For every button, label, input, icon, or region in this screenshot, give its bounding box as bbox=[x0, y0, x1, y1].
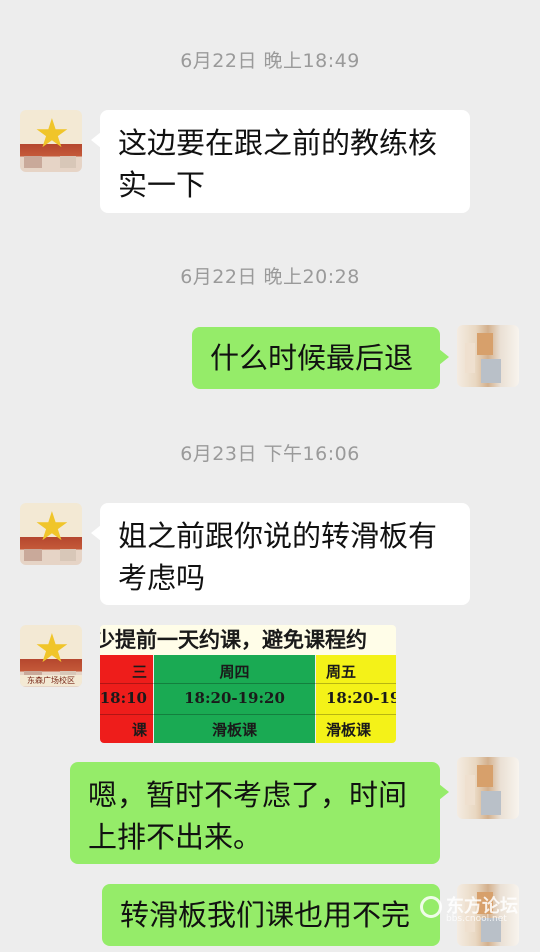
schedule-column: 周四 18:20-19:20 滑板课 bbox=[154, 655, 315, 743]
contact-avatar[interactable]: ★ 东森广场校区 bbox=[20, 625, 82, 687]
avatar-blur bbox=[24, 156, 42, 168]
schedule-type: 课 bbox=[131, 721, 147, 739]
avatar-caption: 东森广场校区 bbox=[20, 675, 82, 686]
avatar-blur bbox=[477, 333, 493, 355]
schedule-type: 滑板课 bbox=[211, 721, 257, 739]
avatar-blur bbox=[477, 765, 493, 787]
schedule-day: 周四 bbox=[219, 663, 250, 681]
schedule-time: 18:20-19 bbox=[326, 689, 396, 707]
message-text: 姐之前跟你说的转滑板有考虑吗 bbox=[118, 519, 438, 595]
message-text: 转滑板我们课也用不完 bbox=[120, 898, 411, 932]
avatar-blur bbox=[481, 791, 501, 815]
avatar-blur bbox=[60, 156, 76, 168]
message-bubble-sent[interactable]: 转滑板我们课也用不完 bbox=[102, 884, 440, 946]
schedule-column: 三 18:10 课 bbox=[100, 655, 153, 743]
forum-logo-icon bbox=[420, 896, 442, 918]
star-icon: ★ bbox=[34, 626, 70, 672]
my-avatar[interactable] bbox=[457, 325, 519, 387]
message-text: 这边要在跟之前的教练核实一下 bbox=[118, 126, 438, 202]
avatar-blur bbox=[24, 549, 42, 561]
table-gridline bbox=[100, 714, 396, 715]
timestamp: 6月23日 下午16:06 bbox=[180, 443, 360, 465]
avatar-blur bbox=[465, 343, 475, 373]
message-text: 嗯，暂时不考虑了，时间上排不出来。 bbox=[88, 778, 408, 854]
avatar-blur bbox=[481, 359, 501, 383]
table-gridline bbox=[100, 683, 396, 684]
image-header-text: 少提前一天约课，避免课程约 bbox=[100, 627, 367, 652]
message-bubble-sent[interactable]: 什么时候最后退 bbox=[192, 327, 449, 389]
schedule-type: 滑板课 bbox=[326, 721, 372, 739]
schedule-column: 周五 18:20-19 滑板课 bbox=[316, 655, 396, 743]
image-header: 少提前一天约课，避免课程约 bbox=[100, 625, 396, 655]
timestamp: 6月22日 晚上18:49 bbox=[180, 50, 360, 72]
schedule-time: 18:10 bbox=[100, 689, 147, 707]
image-message[interactable]: 少提前一天约课，避免课程约 三 18:10 课 周四 18:20-19:20 滑… bbox=[100, 625, 396, 743]
schedule-day: 三 bbox=[131, 663, 147, 681]
forum-watermark: 东方论坛 bbs.cnool.net bbox=[418, 892, 538, 928]
watermark-url: bbs.cnool.net bbox=[446, 914, 507, 924]
star-icon: ★ bbox=[34, 111, 70, 157]
message-bubble-received[interactable]: 这边要在跟之前的教练核实一下 bbox=[91, 110, 470, 213]
timestamp: 6月22日 晚上20:28 bbox=[180, 266, 360, 288]
avatar-blur bbox=[60, 549, 76, 561]
contact-avatar[interactable]: ★ bbox=[20, 503, 82, 565]
avatar-blur bbox=[465, 775, 475, 805]
message-bubble-received[interactable]: 姐之前跟你说的转滑板有考虑吗 bbox=[91, 503, 470, 605]
message-bubble-sent[interactable]: 嗯，暂时不考虑了，时间上排不出来。 bbox=[70, 762, 449, 864]
star-icon: ★ bbox=[34, 504, 70, 550]
message-text: 什么时候最后退 bbox=[210, 341, 414, 375]
contact-avatar[interactable]: ★ bbox=[20, 110, 82, 172]
my-avatar[interactable] bbox=[457, 757, 519, 819]
schedule-time: 18:20-19:20 bbox=[184, 689, 285, 707]
schedule-day: 周五 bbox=[326, 663, 357, 681]
